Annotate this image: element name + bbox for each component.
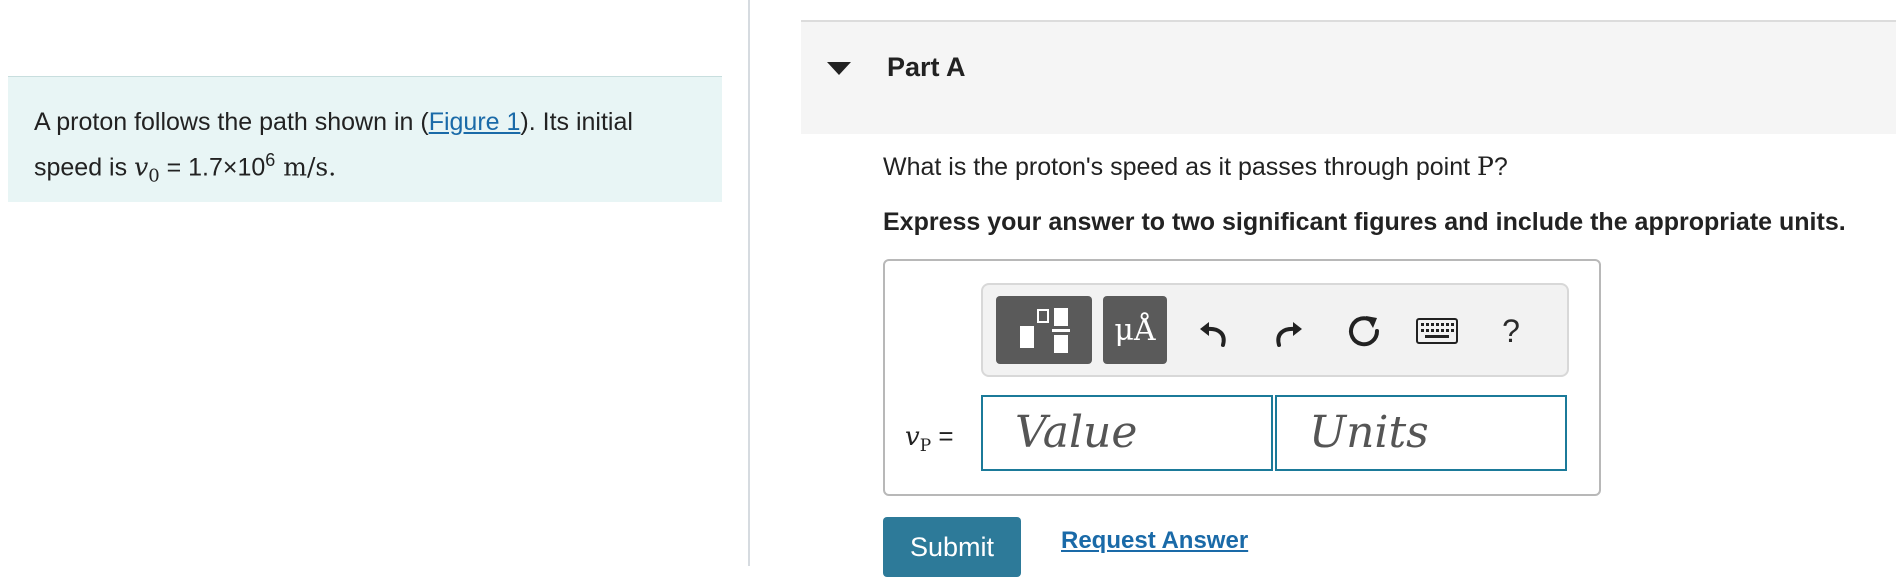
keyboard-icon: [1416, 318, 1458, 344]
question-point: P: [1477, 152, 1494, 181]
problem-statement: A proton follows the path shown in (Figu…: [8, 76, 722, 202]
answer-var-equals: =: [931, 421, 954, 451]
pane-divider: [748, 0, 750, 566]
undo-button[interactable]: [1191, 305, 1237, 357]
value-input[interactable]: Value: [981, 395, 1273, 471]
figure-link[interactable]: Figure 1: [429, 108, 521, 136]
math-toolbar: μÅ ?: [981, 283, 1569, 377]
question-suffix: ?: [1493, 153, 1508, 181]
speed-exponent: 6: [265, 150, 276, 170]
answer-var-subscript: P: [919, 436, 932, 457]
redo-button[interactable]: [1265, 305, 1311, 357]
answer-instruction: Express your answer to two significant f…: [883, 208, 1846, 236]
undo-icon: [1200, 322, 1226, 347]
units-input[interactable]: Units: [1275, 395, 1567, 471]
answer-var-symbol: v: [905, 422, 920, 452]
question-prefix: What is the proton's speed as it passes …: [883, 153, 1478, 181]
reset-button[interactable]: [1341, 305, 1387, 357]
problem-line-1: A proton follows the path shown in (Figu…: [34, 103, 696, 141]
templates-button[interactable]: [996, 296, 1092, 364]
problem-text-start: A proton follows the path shown in (: [34, 108, 429, 136]
request-answer-link[interactable]: Request Answer: [1061, 527, 1248, 555]
units-button[interactable]: μÅ: [1103, 296, 1167, 364]
problem-speed-prefix: speed is: [34, 153, 135, 182]
problem-line-2: speed is v0 = 1.7×106 m/s.: [34, 141, 696, 195]
submit-button[interactable]: Submit: [883, 517, 1021, 577]
reset-icon: [1349, 316, 1380, 347]
help-button[interactable]: ?: [1489, 305, 1533, 357]
answer-variable-label: vP =: [905, 421, 954, 456]
part-header[interactable]: Part A: [801, 20, 1896, 134]
redo-icon: [1276, 322, 1302, 347]
question-text: What is the proton's speed as it passes …: [883, 152, 1508, 182]
fraction-template-icon: [1020, 308, 1070, 353]
keyboard-button[interactable]: [1411, 307, 1463, 355]
problem-text-end: ). Its initial: [520, 108, 633, 136]
speed-unit: m/s.: [275, 152, 337, 182]
part-title: Part A: [887, 52, 966, 82]
speed-symbol: v: [134, 152, 149, 182]
answer-box: μÅ ? vP = Value Units: [883, 259, 1601, 496]
speed-subscript: 0: [148, 165, 160, 187]
speed-value: = 1.7×10: [159, 153, 266, 182]
collapse-caret-icon[interactable]: [827, 62, 851, 75]
